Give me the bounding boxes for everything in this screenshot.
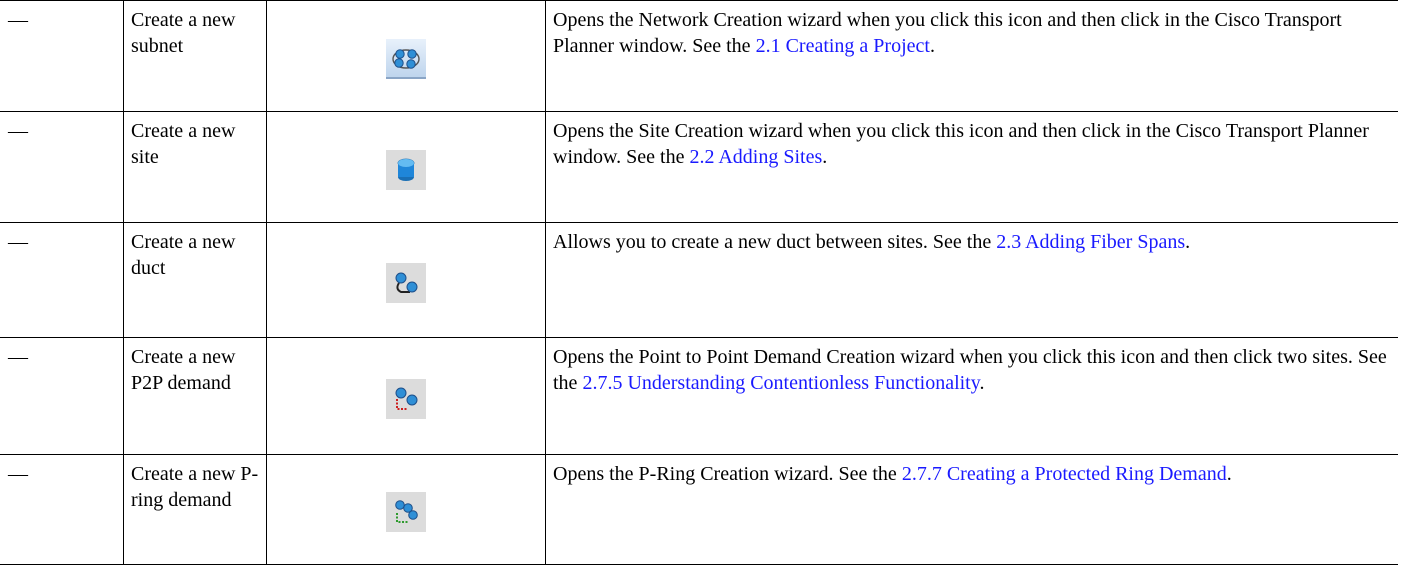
description-cell: Opens the Network Creation wizard when y… — [545, 0, 1398, 112]
xref-link[interactable]: 2.7.7 Creating a Protected Ring Demand — [902, 463, 1227, 485]
description-text: Allows you to create a new duct between … — [553, 231, 997, 253]
description-cell: Opens the Point to Point Demand Creation… — [545, 337, 1398, 455]
description-cell: Opens the P-Ring Creation wizard. See th… — [545, 454, 1398, 565]
create-subnet-icon[interactable] — [386, 38, 426, 79]
table-row: — Create a new site Opens the Site Creat… — [0, 111, 1398, 223]
dash-cell: — — [0, 454, 124, 565]
table-row: — Create a new subnet Opens the Network … — [0, 0, 1398, 112]
task-cell: Create a new P2P demand — [123, 337, 267, 455]
dash-cell: — — [0, 0, 124, 112]
icon-cell — [266, 454, 546, 565]
icon-cell — [266, 111, 546, 223]
toolbar-icons-table: — Create a new subnet Opens the Network … — [0, 0, 1398, 565]
description-text: Opens the Network Creation wizard when y… — [553, 9, 1342, 57]
description-end: . — [1226, 463, 1232, 485]
description-cell: Allows you to create a new duct between … — [545, 222, 1398, 338]
dash-cell: — — [0, 111, 124, 223]
description-end: . — [929, 35, 935, 57]
table-row: — Create a new duct Allows you to create… — [0, 222, 1398, 338]
icon-cell — [266, 222, 546, 338]
task-cell: Create a new site — [123, 111, 267, 223]
icon-cell — [266, 337, 546, 455]
create-site-icon[interactable] — [386, 149, 426, 190]
create-p-ring-demand-icon[interactable] — [386, 492, 426, 532]
description-end: . — [979, 372, 985, 394]
xref-link[interactable]: 2.7.5 Understanding Contentionless Funct… — [582, 372, 979, 394]
xref-link[interactable]: 2.1 Creating a Project — [756, 35, 930, 57]
create-duct-icon[interactable] — [386, 262, 426, 303]
create-p2p-demand-icon[interactable] — [386, 378, 426, 419]
task-cell: Create a new duct — [123, 222, 267, 338]
description-text: Opens the Site Creation wizard when you … — [553, 120, 1369, 168]
description-text: Opens the P-Ring Creation wizard. See th… — [553, 463, 902, 485]
description-end: . — [1185, 231, 1191, 253]
description-end: . — [822, 146, 828, 168]
icon-cell — [266, 0, 546, 112]
xref-link[interactable]: 2.3 Adding Fiber Spans — [996, 231, 1185, 253]
table-row: — Create a new P-ring demand Opens the P… — [0, 454, 1398, 565]
task-cell: Create a new subnet — [123, 0, 267, 112]
dash-cell: — — [0, 337, 124, 455]
task-cell: Create a new P-ring demand — [123, 454, 267, 565]
table-row: — Create a new P2P demand Opens the Poin… — [0, 337, 1398, 455]
dash-cell: — — [0, 222, 124, 338]
xref-link[interactable]: 2.2 Adding Sites — [689, 146, 822, 168]
description-cell: Opens the Site Creation wizard when you … — [545, 111, 1398, 223]
